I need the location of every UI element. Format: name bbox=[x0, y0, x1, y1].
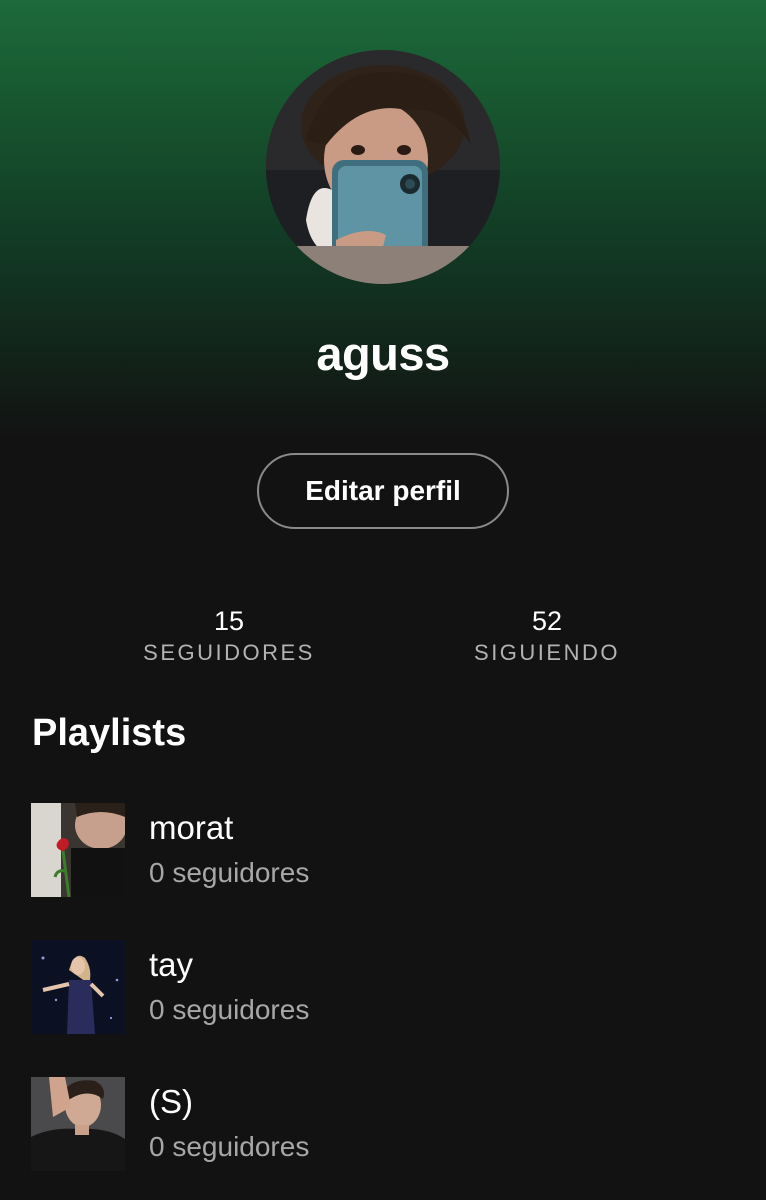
playlist-followers: 0 seguidores bbox=[149, 994, 310, 1025]
playlist-item-tay[interactable]: tay 0 seguidores bbox=[31, 940, 731, 1034]
profile-username: aguss bbox=[316, 327, 450, 380]
playlist-item-s[interactable]: (S) 0 seguidores bbox=[31, 1077, 731, 1171]
followers-stat[interactable]: 15 SEGUIDORES bbox=[109, 604, 349, 666]
following-count: 52 bbox=[531, 606, 563, 636]
playlist-cover bbox=[31, 803, 125, 897]
following-label: SIGUIENDO bbox=[474, 640, 620, 665]
followers-label: SEGUIDORES bbox=[143, 640, 315, 665]
playlist-name: (S) bbox=[149, 1083, 193, 1120]
avatar[interactable] bbox=[266, 50, 500, 284]
playlist-cover bbox=[31, 940, 125, 1034]
avatar-photo bbox=[266, 50, 500, 284]
playlist-item-morat[interactable]: morat 0 seguidores bbox=[31, 803, 731, 897]
playlist-cover bbox=[31, 1077, 125, 1171]
following-stat[interactable]: 52 SIGUIENDO bbox=[427, 604, 667, 666]
playlist-followers: 0 seguidores bbox=[149, 1131, 310, 1162]
playlist-name: tay bbox=[149, 946, 194, 983]
playlist-name: morat bbox=[149, 809, 234, 846]
followers-count: 15 bbox=[213, 606, 245, 636]
edit-profile-button[interactable]: Editar perfil bbox=[257, 453, 509, 529]
playlist-followers: 0 seguidores bbox=[149, 857, 310, 888]
playlists-heading: Playlists bbox=[32, 712, 187, 754]
